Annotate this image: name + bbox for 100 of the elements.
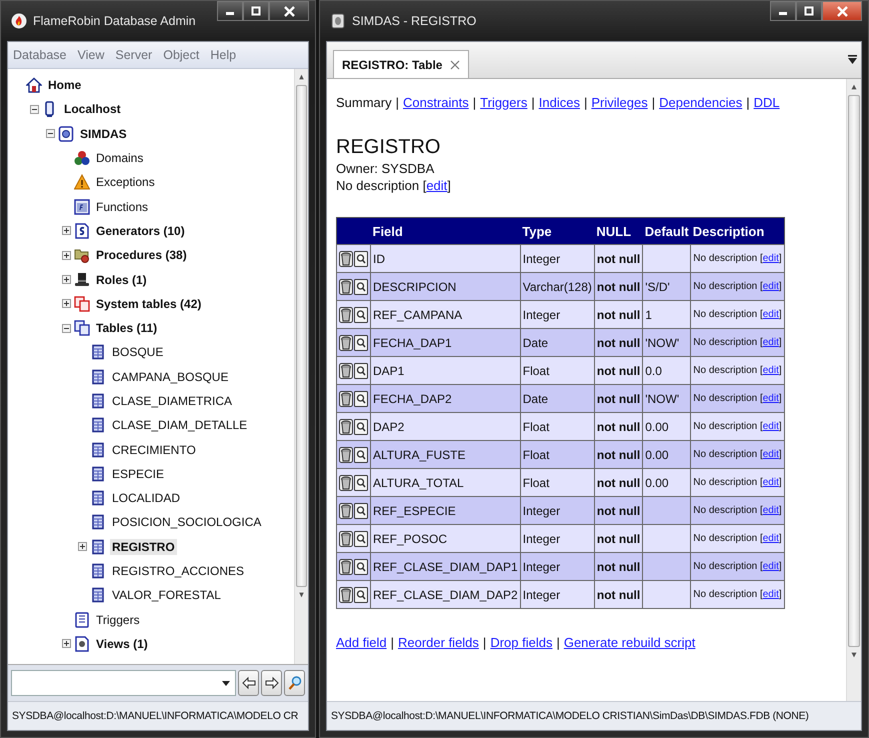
trash-icon[interactable] — [339, 390, 353, 406]
nav-link[interactable]: Constraints — [403, 95, 469, 110]
caret-icon[interactable] — [222, 680, 230, 686]
magnifier-icon[interactable] — [354, 250, 368, 266]
collapse-icon[interactable] — [62, 324, 70, 333]
tree-item[interactable]: Triggers — [94, 612, 142, 628]
tree-item[interactable]: Generators (10) — [94, 222, 187, 239]
tree-item[interactable]: Views (1) — [94, 636, 150, 652]
tab[interactable]: REGISTRO: Table — [333, 50, 470, 78]
edit-link[interactable]: edit — [762, 253, 779, 264]
scrollbar[interactable] — [294, 69, 308, 664]
expand-icon[interactable] — [62, 250, 70, 260]
nav-link[interactable]: Triggers — [480, 95, 528, 110]
trash-icon[interactable] — [339, 250, 353, 266]
maximize-button[interactable] — [243, 1, 269, 21]
magnifier-icon[interactable] — [354, 502, 368, 518]
trash-icon[interactable] — [339, 446, 353, 462]
tree-item[interactable]: POSICION_SOCIOLOGICA — [110, 514, 264, 530]
tree-item[interactable]: Exceptions — [94, 174, 157, 190]
tree-item[interactable]: Functions — [94, 198, 150, 215]
magnifier-icon[interactable] — [354, 390, 368, 406]
action-link[interactable]: Add field — [336, 635, 387, 650]
forward-button[interactable] — [261, 670, 282, 696]
dropdown-icon[interactable] — [848, 55, 857, 65]
close-button[interactable] — [269, 1, 309, 21]
tree-item[interactable]: Roles (1) — [94, 272, 149, 288]
nav-link[interactable]: Indices — [538, 95, 580, 110]
maximize-button[interactable] — [796, 1, 822, 21]
nav-link[interactable]: DDL — [754, 95, 780, 110]
edit-link[interactable]: edit — [762, 281, 779, 292]
tree-item[interactable]: Tables (11) — [94, 320, 160, 336]
tree-item[interactable]: CRECIMIENTO — [110, 442, 198, 458]
edit-link[interactable]: edit — [426, 178, 448, 193]
trash-icon[interactable] — [339, 306, 353, 322]
nav-link[interactable]: Summary — [336, 95, 392, 110]
edit-link[interactable]: edit — [762, 505, 779, 516]
expand-icon[interactable] — [62, 275, 70, 284]
edit-link[interactable]: edit — [762, 365, 779, 376]
trash-icon[interactable] — [339, 362, 353, 378]
expand-icon[interactable] — [78, 542, 86, 552]
tree-item[interactable]: CLASE_DIAM_DETALLE — [110, 417, 250, 434]
edit-link[interactable]: edit — [762, 477, 779, 488]
trash-icon[interactable] — [339, 334, 353, 350]
search-button[interactable] — [284, 670, 305, 696]
minimize-button[interactable] — [770, 1, 796, 21]
search-combo-field[interactable] — [11, 670, 236, 696]
menu-item[interactable]: Database — [13, 48, 67, 62]
tree-item[interactable]: SIMDAS — [78, 126, 129, 142]
menu-item[interactable]: Help — [210, 48, 236, 62]
trash-icon[interactable] — [339, 558, 353, 574]
edit-link[interactable]: edit — [762, 393, 779, 404]
back-button[interactable] — [238, 670, 259, 696]
tree-item[interactable]: REGISTRO_ACCIONES — [110, 563, 246, 580]
tree-item[interactable]: Procedures (38) — [94, 247, 189, 264]
magnifier-icon[interactable] — [354, 306, 368, 322]
collapse-icon[interactable] — [30, 104, 38, 114]
magnifier-icon[interactable] — [354, 418, 368, 434]
edit-link[interactable]: edit — [762, 589, 779, 600]
magnifier-icon[interactable] — [354, 362, 368, 378]
magnifier-icon[interactable] — [354, 530, 368, 546]
tree-item[interactable]: Localhost — [62, 101, 123, 118]
expand-icon[interactable] — [62, 299, 70, 308]
trash-icon[interactable] — [339, 474, 353, 490]
edit-link[interactable]: edit — [762, 309, 779, 320]
action-link[interactable]: Drop fields — [490, 635, 552, 650]
edit-link[interactable]: edit — [762, 337, 779, 348]
trash-icon[interactable] — [339, 278, 353, 294]
magnifier-icon[interactable] — [354, 474, 368, 490]
trash-icon[interactable] — [339, 418, 353, 434]
magnifier-icon[interactable] — [354, 586, 368, 602]
scrollbar[interactable] — [846, 79, 861, 701]
collapse-icon[interactable] — [46, 129, 54, 138]
tree-item[interactable]: BOSQUE — [110, 344, 166, 360]
trash-icon[interactable] — [339, 530, 353, 546]
magnifier-icon[interactable] — [354, 334, 368, 350]
expand-icon[interactable] — [62, 226, 70, 236]
tree-item[interactable]: CLASE_DIAMETRICA — [110, 393, 234, 409]
trash-icon[interactable] — [339, 586, 353, 602]
tree-item[interactable]: Domains — [94, 150, 146, 166]
tree-item[interactable]: ESPECIE — [110, 466, 166, 482]
menu-item[interactable]: Object — [163, 48, 200, 62]
tree-item[interactable]: System tables (42) — [94, 296, 204, 312]
tree-item[interactable]: LOCALIDAD — [110, 490, 182, 506]
edit-link[interactable]: edit — [762, 533, 779, 544]
menu-item[interactable]: View — [78, 48, 104, 62]
tree-item[interactable]: Home — [46, 77, 84, 94]
menu-item[interactable]: Server — [115, 48, 152, 62]
close-icon[interactable] — [450, 60, 460, 70]
magnifier-icon[interactable] — [354, 278, 368, 294]
nav-link[interactable]: Privileges — [591, 95, 648, 110]
tree-item[interactable]: CAMPANA_BOSQUE — [110, 368, 230, 385]
tree-item[interactable]: REGISTRO — [110, 538, 177, 555]
magnifier-icon[interactable] — [354, 558, 368, 574]
expand-icon[interactable] — [62, 639, 70, 648]
minimize-button[interactable] — [217, 1, 243, 21]
trash-icon[interactable] — [339, 502, 353, 518]
edit-link[interactable]: edit — [762, 421, 779, 432]
tree-item[interactable]: VALOR_FORESTAL — [110, 587, 223, 604]
magnifier-icon[interactable] — [354, 446, 368, 462]
nav-link[interactable]: Dependencies — [659, 95, 742, 110]
